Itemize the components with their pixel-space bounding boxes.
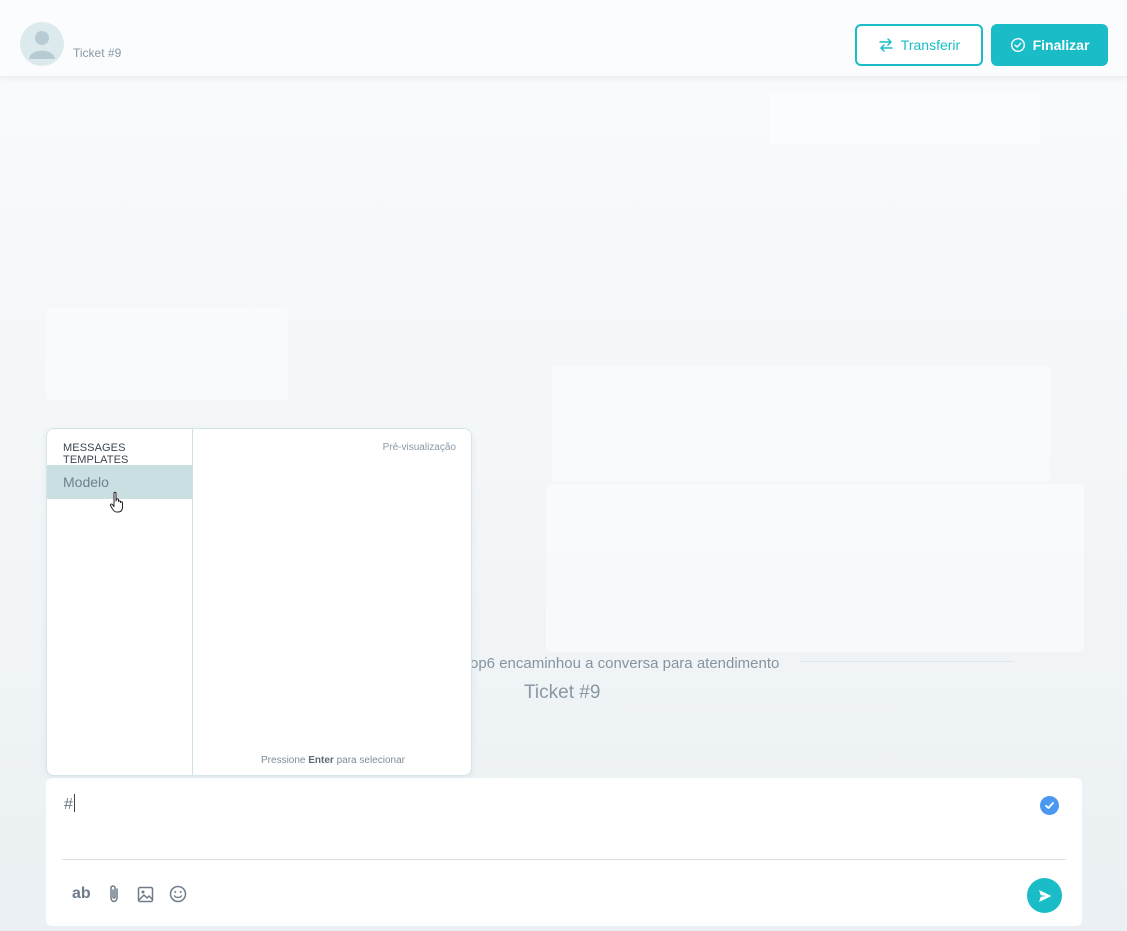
enter-hint: Pressione Enter para selecionar	[261, 755, 405, 766]
preview-label: Pré-visualização	[382, 442, 456, 453]
ticket-title: Ticket #9	[524, 682, 601, 703]
chat-header: Ticket #9 Transferir Finalizar	[0, 0, 1127, 77]
template-item-modelo[interactable]: Modelo	[47, 465, 192, 513]
message-composer: # ab	[46, 778, 1082, 926]
system-message: op6 encaminhou a conversa para atendimen…	[470, 655, 780, 672]
divider	[800, 661, 1014, 662]
templates-list: MESSAGES TEMPLATES Modelo	[47, 429, 193, 775]
contact-avatar[interactable]	[20, 22, 64, 66]
templates-title: MESSAGES TEMPLATES	[63, 442, 129, 466]
send-icon	[1038, 889, 1051, 902]
image-icon[interactable]	[137, 883, 154, 905]
send-button[interactable]	[1027, 878, 1062, 913]
ticket-label: Ticket #9	[73, 46, 122, 60]
text-caret	[73, 794, 75, 812]
check-circle-icon	[1010, 37, 1025, 53]
user-placeholder-icon	[29, 31, 55, 59]
template-item-label: Modelo	[63, 474, 109, 490]
faded-message-bubble	[46, 308, 288, 400]
composer-divider	[62, 859, 1066, 860]
emoji-icon[interactable]	[169, 883, 187, 905]
text-format-button[interactable]: ab	[72, 883, 91, 905]
finalize-label: Finalizar	[1032, 37, 1090, 53]
faded-message-bubble	[770, 92, 1040, 144]
check-circle-icon[interactable]	[1040, 796, 1059, 815]
faded-message-bubble	[546, 484, 1084, 652]
transfer-button[interactable]: Transferir	[855, 24, 983, 66]
message-input[interactable]: #	[64, 794, 75, 814]
faded-message-bubble	[552, 366, 1050, 482]
paperclip-icon[interactable]	[107, 883, 121, 905]
finalize-button[interactable]: Finalizar	[991, 24, 1108, 66]
transfer-label: Transferir	[900, 37, 961, 53]
transfer-arrows-icon	[879, 38, 893, 52]
templates-popup: MESSAGES TEMPLATES Modelo Pré-visualizaç…	[46, 428, 472, 776]
hand-pointer-icon	[109, 491, 123, 513]
